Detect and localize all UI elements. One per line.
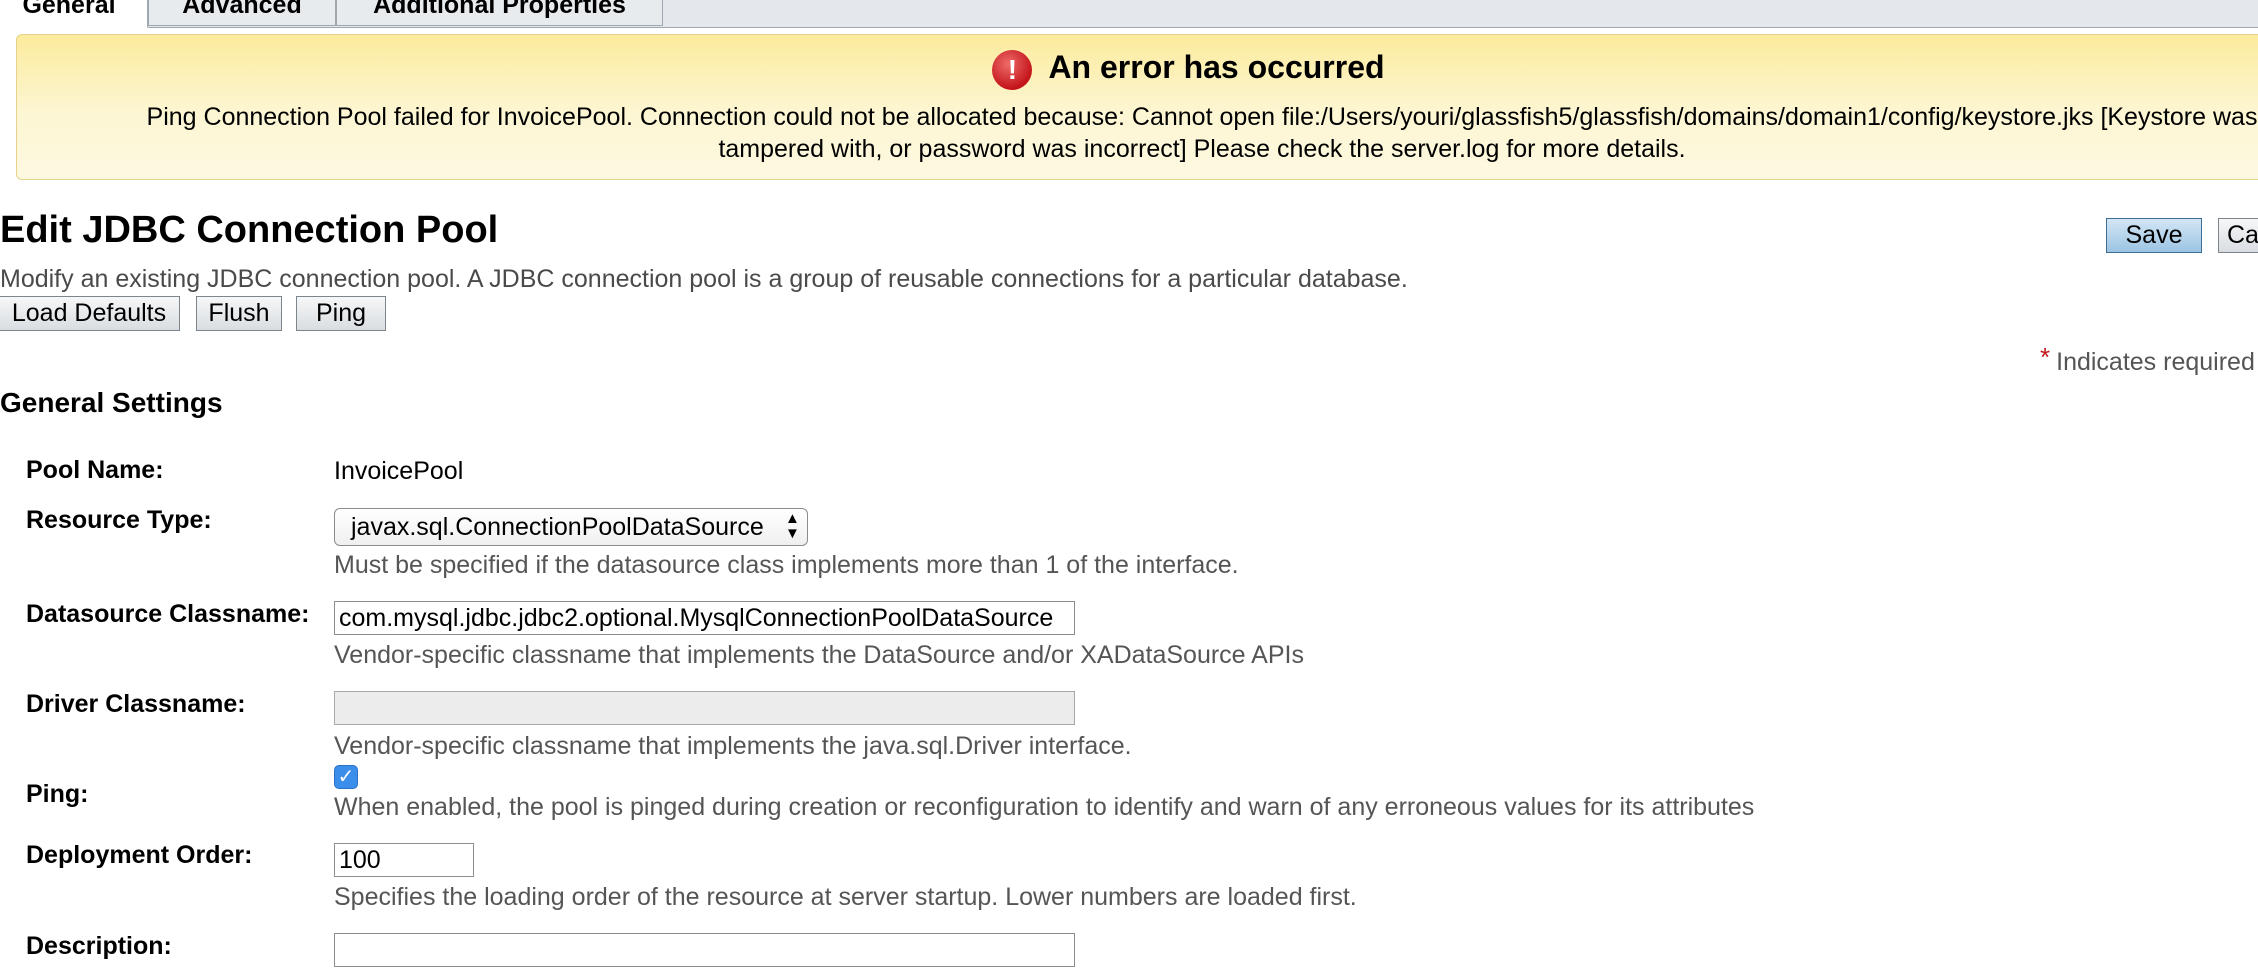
ping-button[interactable]: Ping	[296, 296, 386, 331]
required-text: Indicates required	[2056, 348, 2255, 376]
tab-bar: General Advanced Additional Properties	[0, 0, 2258, 28]
deployment-order-label: Deployment Order:	[26, 841, 253, 869]
alert-message-line-2: tampered with, or password was incorrect…	[718, 135, 1686, 163]
required-star: *	[2040, 342, 2051, 372]
section-title: General Settings	[0, 387, 223, 418]
save-button[interactable]: Save	[2106, 218, 2202, 253]
load-defaults-button[interactable]: Load Defaults	[0, 296, 180, 331]
ping-help: When enabled, the pool is pinged during …	[334, 793, 1755, 821]
description-label: Description:	[26, 932, 172, 960]
datasource-classname-input[interactable]: com.mysql.jdbc.jdbc2.optional.MysqlConne…	[334, 601, 1075, 635]
tab-additional-properties[interactable]: Additional Properties	[336, 0, 663, 26]
tab-general[interactable]: General	[0, 0, 148, 28]
pool-name-label: Pool Name:	[26, 456, 164, 484]
page-help-text: Modify an existing JDBC connection pool.…	[0, 265, 1408, 293]
resource-type-select[interactable]: javax.sql.ConnectionPoolDataSource ▲ ▼	[334, 508, 808, 546]
tab-general-label: General	[22, 0, 116, 19]
resource-type-selected: javax.sql.ConnectionPoolDataSource	[351, 513, 764, 541]
error-alert: ! An error has occurred Ping Connection P…	[16, 34, 2258, 180]
alert-message-line-1: Ping Connection Pool failed for InvoiceP…	[146, 103, 2258, 131]
tab-advanced[interactable]: Advanced	[148, 0, 336, 26]
tab-advanced-label: Advanced	[182, 0, 302, 19]
pool-name-value: InvoicePool	[334, 457, 464, 485]
resource-type-label: Resource Type:	[26, 506, 212, 534]
deployment-order-help: Specifies the loading order of the resou…	[334, 883, 1357, 911]
select-arrows-icon: ▲ ▼	[785, 510, 800, 542]
deployment-order-input[interactable]: 100	[334, 843, 474, 877]
exclamation-icon: !	[992, 49, 1033, 90]
datasource-classname-help: Vendor-specific classname that implement…	[334, 641, 1304, 669]
cancel-button[interactable]: Ca	[2218, 218, 2258, 253]
alert-message: Ping Connection Pool failed for InvoiceP…	[57, 101, 2258, 165]
ping-label: Ping:	[26, 780, 89, 808]
driver-classname-input[interactable]	[334, 691, 1075, 725]
alert-header: ! An error has occurred	[17, 47, 2258, 90]
resource-type-help: Must be specified if the datasource clas…	[334, 551, 1239, 579]
page-title: Edit JDBC Connection Pool	[0, 209, 499, 251]
required-indicator: * Indicates required	[2040, 342, 2255, 377]
description-input[interactable]	[334, 933, 1075, 967]
tab-additional-properties-label: Additional Properties	[373, 0, 626, 19]
ping-checkbox[interactable]: ✓	[334, 765, 358, 789]
driver-classname-label: Driver Classname:	[26, 690, 246, 718]
flush-button[interactable]: Flush	[196, 296, 282, 331]
alert-title: An error has occurred	[1048, 49, 1385, 85]
driver-classname-help: Vendor-specific classname that implement…	[334, 732, 1132, 760]
datasource-classname-label: Datasource Classname:	[26, 600, 310, 628]
